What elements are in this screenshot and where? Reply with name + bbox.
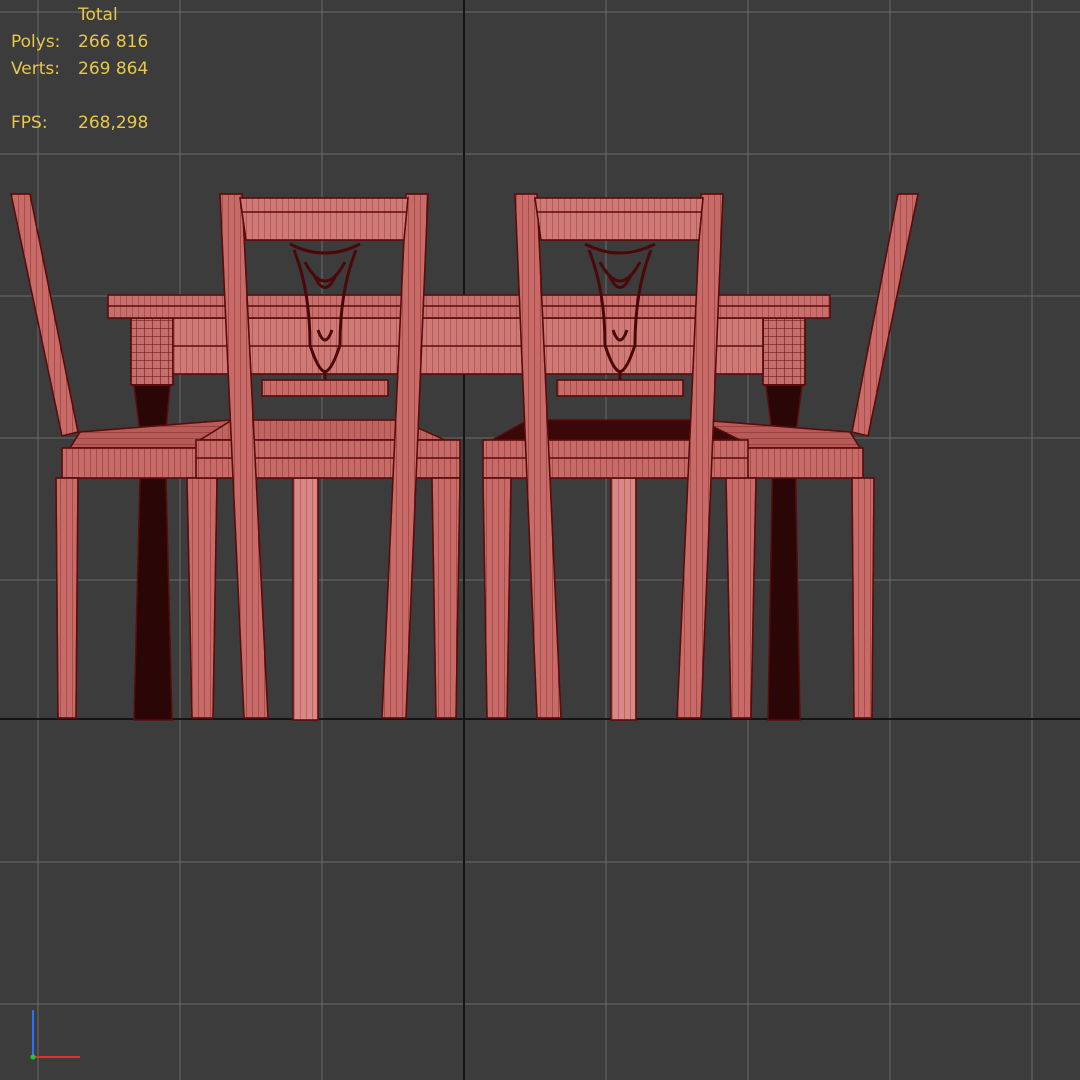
verts-value: 269 864 <box>78 59 149 79</box>
verts-label: Verts: <box>11 59 61 79</box>
fps-label: FPS: <box>11 113 48 133</box>
chair-front-left <box>195 193 461 719</box>
viewport-scene <box>0 0 1080 1080</box>
front-viewport[interactable]: Total Polys: 266 816 Verts: 269 864 FPS:… <box>0 0 1080 1080</box>
polys-value: 266 816 <box>78 32 149 52</box>
stats-header: Total <box>78 5 118 25</box>
fps-value: 268,298 <box>78 113 149 133</box>
polys-label: Polys: <box>11 32 61 52</box>
